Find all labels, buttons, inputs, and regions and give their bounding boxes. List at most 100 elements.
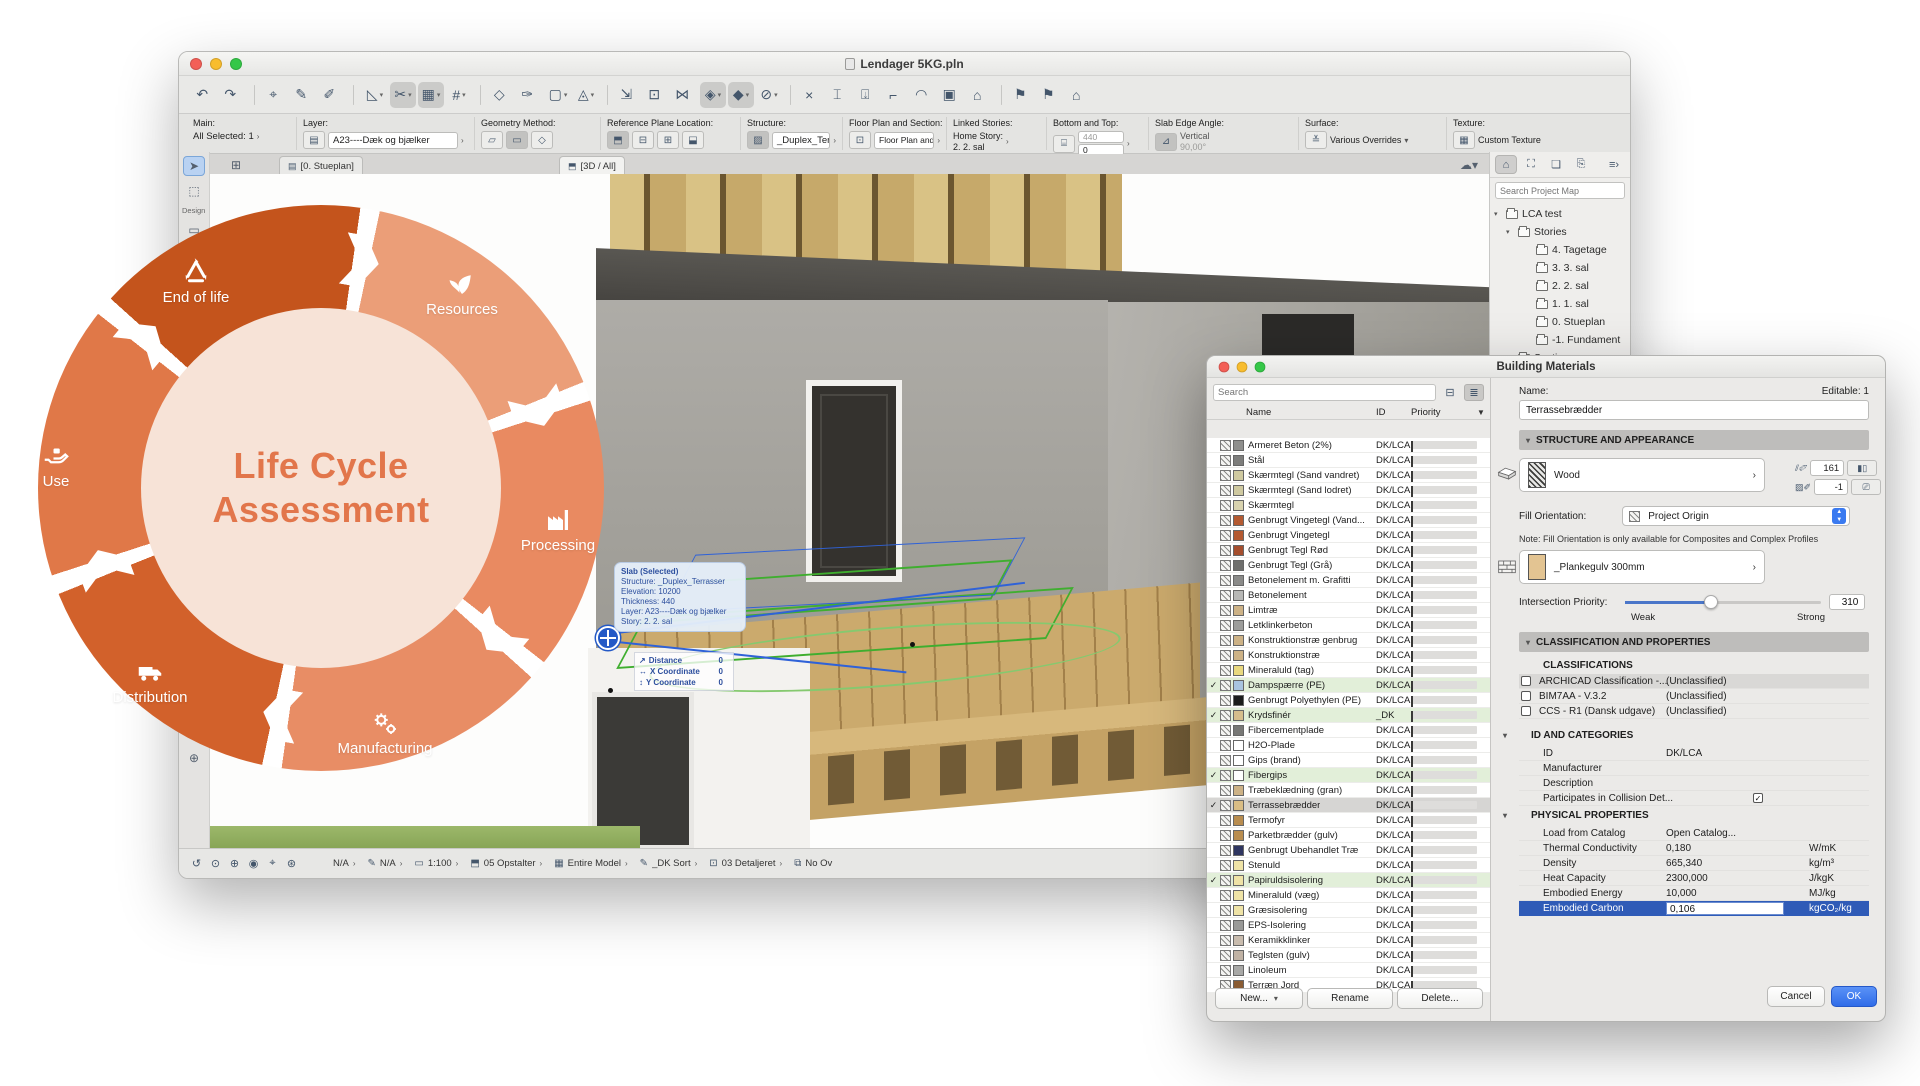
physical-property-row[interactable]: Heat Capacity 2300,000 J/kgK — [1519, 871, 1869, 886]
material-row[interactable]: ✓ Dampspærre (PE) DK/LCA — [1207, 678, 1490, 693]
structure-appearance-section[interactable]: ▾STRUCTURE AND APPEARANCE — [1519, 430, 1869, 450]
texture-icon[interactable]: ▦ — [1453, 131, 1475, 149]
tree-item[interactable]: ▾ 1. 1. sal — [1490, 295, 1630, 313]
chevron-right-icon[interactable]: › — [937, 136, 940, 145]
view-control-icon[interactable]: ⊛ — [282, 857, 301, 870]
texture-value[interactable]: Custom Texture — [1478, 135, 1541, 145]
material-row[interactable]: ✓ Keramikklinker DK/LCA — [1207, 933, 1490, 948]
toolbar-button-icon[interactable]: ✐▾ — [319, 82, 345, 108]
list-view-icon[interactable]: ≣ — [1464, 384, 1484, 401]
material-row[interactable]: ✓ Gips (brand) DK/LCA — [1207, 753, 1490, 768]
tree-item[interactable]: ▾ 4. Tagetage — [1490, 241, 1630, 259]
toolbar-button-icon[interactable]: ▦▾ — [418, 82, 444, 108]
material-row[interactable]: ✓ Stenuld DK/LCA — [1207, 858, 1490, 873]
property-value[interactable]: 0,106 — [1666, 902, 1784, 915]
refplane-core-bottom-button[interactable]: ⊞ — [657, 131, 679, 149]
toolbar-button-icon[interactable]: ⌂▾ — [1066, 82, 1092, 108]
id-category-row[interactable]: Manufacturer ✓ — [1519, 761, 1869, 776]
physical-property-row[interactable]: Load from Catalog Open Catalog... — [1519, 826, 1869, 841]
intersection-priority-value[interactable]: 310 — [1829, 594, 1865, 610]
publisher-icon[interactable]: ⎘ — [1570, 155, 1592, 174]
twisty-icon[interactable]: ▾ — [1506, 228, 1514, 236]
folder-view-icon[interactable]: ⊟ — [1440, 384, 1460, 401]
toolbar-button-icon[interactable]: ×▾ — [799, 82, 825, 108]
material-row[interactable]: ✓ Betonelement DK/LCA — [1207, 588, 1490, 603]
material-row[interactable]: ✓ Limtræ DK/LCA — [1207, 603, 1490, 618]
id-category-row[interactable]: ID DK/LCA ✓ — [1519, 746, 1869, 761]
classification-row[interactable]: ARCHICAD Classification -... (Unclassifi… — [1519, 674, 1869, 689]
toolbar-button-icon[interactable]: ⌶▾ — [827, 82, 853, 108]
tree-item[interactable]: ▾ 0. Stueplan — [1490, 313, 1630, 331]
material-row[interactable]: ✓ Letklinkerbeton DK/LCA — [1207, 618, 1490, 633]
statusbar-item[interactable]: ⧉ No Ov › — [788, 858, 845, 869]
toolbar-button-icon[interactable]: ⊘▾ — [756, 82, 782, 108]
material-row[interactable]: ✓ Stål DK/LCA — [1207, 453, 1490, 468]
physical-property-row[interactable]: Thermal Conductivity 0,180 W/mK — [1519, 841, 1869, 856]
toolbar-button-icon[interactable]: ▾ — [1001, 85, 1002, 105]
cut-fill-field[interactable]: Wood› — [1519, 458, 1765, 492]
toolbar-button-icon[interactable]: ◺▾ — [362, 82, 388, 108]
material-row[interactable]: ✓ Genbrugt Polyethylen (PE) DK/LCA — [1207, 693, 1490, 708]
toolbar-button-icon[interactable]: ↶▾ — [192, 82, 218, 108]
tracker-row[interactable]: ↔X Coordinate0 — [639, 666, 729, 677]
material-row[interactable]: ✓ Mineraluld (tag) DK/LCA — [1207, 663, 1490, 678]
toolbar-button-icon[interactable]: ▾ — [607, 85, 608, 105]
tree-item[interactable]: ▾ 3. 3. sal — [1490, 259, 1630, 277]
chevron-right-icon[interactable]: › — [461, 136, 464, 145]
view-control-icon[interactable]: ⊙ — [206, 857, 225, 870]
id-categories-header-row[interactable]: ▾ID AND CATEGORIES — [1519, 730, 1869, 741]
toolbar-button-icon[interactable]: #▾ — [446, 82, 472, 108]
column-priority[interactable]: Priority — [1411, 407, 1441, 418]
cancel-button[interactable]: Cancel — [1767, 986, 1825, 1007]
cloud-icon[interactable]: ☁▾ — [1458, 155, 1480, 175]
material-row[interactable]: ✓ Fibergips DK/LCA — [1207, 768, 1490, 783]
physical-properties-header-row[interactable]: ▾PHYSICAL PROPERTIES — [1519, 810, 1869, 821]
classification-row[interactable]: CCS - R1 (Dansk udgave) (Unclassified) — [1519, 704, 1869, 719]
id-category-row[interactable]: Participates in Collision Det... ✓ — [1519, 791, 1869, 806]
material-row[interactable]: ✓ Græsisolering DK/LCA — [1207, 903, 1490, 918]
toolbar-button-icon[interactable]: ▾ — [254, 85, 255, 105]
material-row[interactable]: ✓ EPS-Isolering DK/LCA — [1207, 918, 1490, 933]
top-offset-field[interactable]: 440 — [1078, 131, 1124, 143]
material-row[interactable]: ✓ Terrassebrædder DK/LCA — [1207, 798, 1490, 813]
material-row[interactable]: ✓ Krydsfinér _DK — [1207, 708, 1490, 723]
toolbar-button-icon[interactable]: ◠▾ — [911, 82, 937, 108]
quick-options-icon[interactable]: ⊞ — [225, 155, 247, 175]
marquee-tool[interactable]: ⬚ — [183, 181, 205, 201]
material-row[interactable]: ✓ Træbeklædning (gran) DK/LCA — [1207, 783, 1490, 798]
navigator-menu-icon[interactable]: ≡› — [1603, 155, 1625, 174]
material-row[interactable]: ✓ Konstruktionstræ DK/LCA — [1207, 648, 1490, 663]
dialog-title-bar[interactable]: Building Materials — [1207, 356, 1885, 378]
toolbar-button-icon[interactable]: ⊡▾ — [644, 82, 670, 108]
tab-stueplan[interactable]: ▤[0. Stueplan] — [279, 156, 363, 176]
home-story-value[interactable]: 2. 2. sal — [953, 142, 1003, 152]
material-row[interactable]: ✓ Betonelement m. Grafitti DK/LCA — [1207, 573, 1490, 588]
materials-search-input[interactable] — [1213, 384, 1436, 401]
tab-3d-all[interactable]: ⬒[3D / All] — [559, 156, 625, 176]
sort-arrow-icon[interactable]: ▼ — [1477, 408, 1485, 417]
chevron-right-icon[interactable]: › — [625, 859, 628, 868]
geometry-rectangle-button[interactable]: ▭ — [506, 131, 528, 149]
toolbar-button-icon[interactable]: ⌂▾ — [967, 82, 993, 108]
column-id[interactable]: ID — [1376, 407, 1386, 418]
surface-override-value[interactable]: Various Overrides — [1330, 135, 1401, 145]
chevron-right-icon[interactable]: › — [456, 859, 459, 868]
material-row[interactable]: ✓ Skærmtegl (Sand vandret) DK/LCA — [1207, 468, 1490, 483]
toolbar-button-icon[interactable]: ▾ — [353, 85, 354, 105]
material-row[interactable]: ✓ Genbrugt Tegl (Grå) DK/LCA — [1207, 558, 1490, 573]
checkbox-icon[interactable] — [1521, 706, 1531, 716]
view-control-icon[interactable]: ⊕ — [225, 857, 244, 870]
material-row[interactable]: ✓ Genbrugt Vingetegl (Vand... DK/LCA — [1207, 513, 1490, 528]
toolbar-button-icon[interactable]: ▢▾ — [545, 82, 571, 108]
chevron-right-icon[interactable]: › — [400, 859, 403, 868]
chevron-right-icon[interactable]: › — [1006, 137, 1009, 146]
toolbar-button-icon[interactable]: ✎▾ — [291, 82, 317, 108]
structure-type-icon[interactable]: ▨ — [747, 131, 769, 149]
toolbar-button-icon[interactable]: ✂▾ — [390, 82, 416, 108]
geometry-polygon-button[interactable]: ▱ — [481, 131, 503, 149]
property-value[interactable]: Open Catalog... — [1666, 828, 1736, 839]
rename-button[interactable]: Rename — [1307, 988, 1393, 1009]
chevron-right-icon[interactable]: › — [1127, 139, 1130, 148]
toolbar-button-icon[interactable]: ▾ — [790, 85, 791, 105]
material-row[interactable]: ✓ H2O-Plade DK/LCA — [1207, 738, 1490, 753]
